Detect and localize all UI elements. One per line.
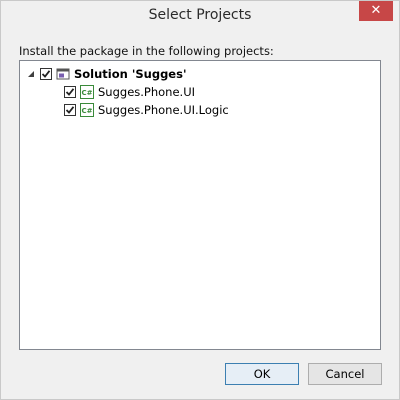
instruction-label: Install the package in the following pro… bbox=[19, 44, 274, 58]
select-projects-dialog: Select Projects ✕ Install the package in… bbox=[0, 0, 400, 400]
cancel-button[interactable]: Cancel bbox=[308, 363, 382, 385]
project-checkbox[interactable] bbox=[64, 86, 76, 98]
ok-button[interactable]: OK bbox=[225, 363, 299, 385]
title-bar[interactable]: Select Projects ✕ bbox=[1, 1, 399, 34]
tree-item-project[interactable]: C# Sugges.Phone.UI bbox=[64, 83, 195, 101]
tree-item-project[interactable]: C# Sugges.Phone.UI.Logic bbox=[64, 101, 229, 119]
solution-checkbox[interactable] bbox=[40, 68, 52, 80]
project-label: Sugges.Phone.UI bbox=[98, 85, 195, 99]
svg-text:C#: C# bbox=[81, 107, 92, 115]
csharp-project-icon: C# bbox=[80, 85, 94, 99]
solution-label: Solution 'Sugges' bbox=[74, 67, 187, 81]
tree-root-solution[interactable]: Solution 'Sugges' bbox=[26, 65, 186, 83]
project-tree[interactable]: Solution 'Sugges' C# Sugges.Phone.UI C# … bbox=[19, 60, 381, 350]
csharp-project-icon: C# bbox=[80, 103, 94, 117]
close-icon: ✕ bbox=[370, 3, 382, 18]
project-label: Sugges.Phone.UI.Logic bbox=[98, 103, 229, 117]
svg-text:C#: C# bbox=[81, 89, 92, 97]
expand-arrow-icon[interactable] bbox=[26, 69, 36, 79]
project-checkbox[interactable] bbox=[64, 104, 76, 116]
close-button[interactable]: ✕ bbox=[359, 1, 393, 21]
solution-icon bbox=[56, 67, 70, 81]
dialog-title: Select Projects bbox=[148, 7, 252, 23]
